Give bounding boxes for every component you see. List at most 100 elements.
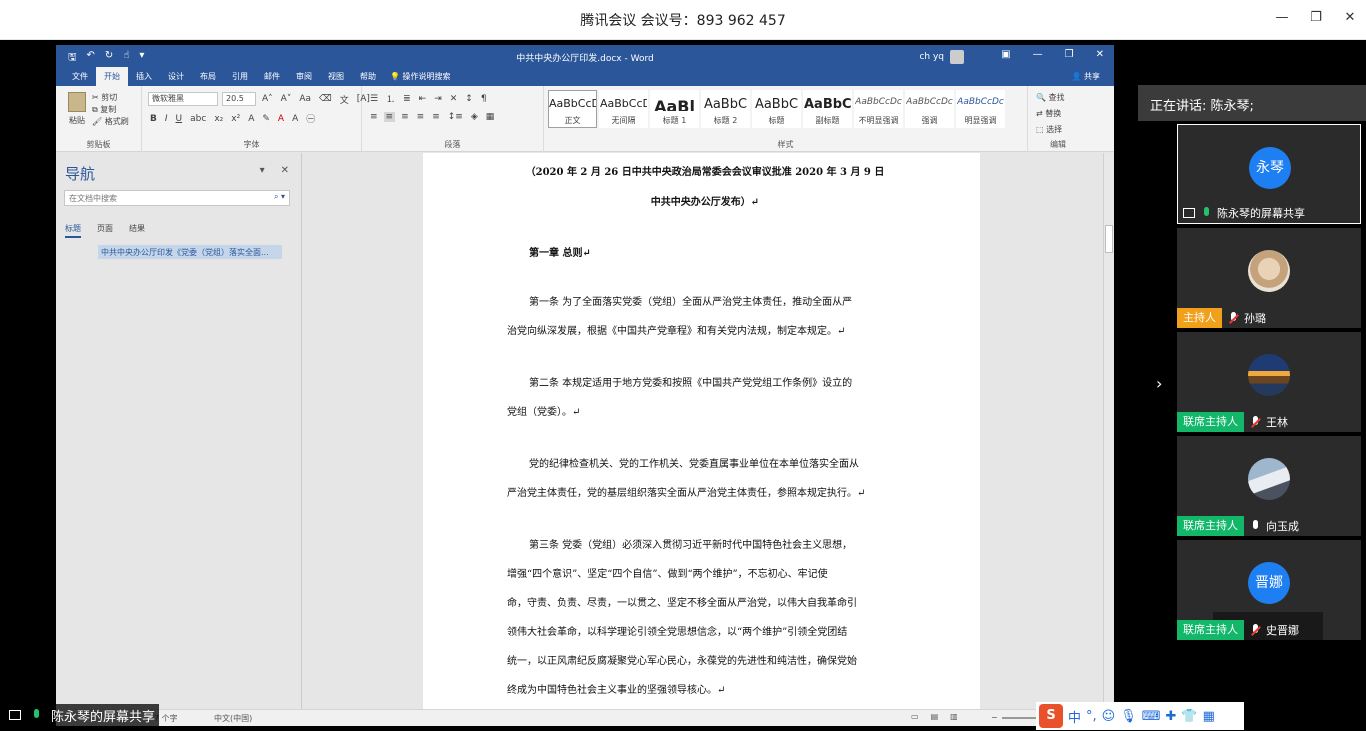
ribbon-options-icon[interactable]: ▣: [1001, 49, 1010, 60]
nav-options-icon[interactable]: ▾: [260, 165, 265, 176]
document-page[interactable]: （2020 年 2 月 26 日中共中央政治局常委会会议审议批准 2020 年 …: [423, 153, 980, 709]
line-spacing-icon[interactable]: ↕≡: [446, 112, 465, 122]
select-button[interactable]: ⬚ 选择: [1036, 122, 1065, 138]
keyboard-icon[interactable]: ⌨: [1142, 709, 1161, 724]
style-title[interactable]: AaBbC 标题: [752, 90, 801, 128]
underline-icon[interactable]: U: [174, 114, 185, 124]
distributed-icon[interactable]: ≡: [430, 112, 442, 122]
style-heading-2[interactable]: AaBbC 标题 2: [701, 90, 750, 128]
punctuation-icon[interactable]: °,: [1086, 709, 1097, 724]
style-subtitle[interactable]: AaBbC 副标题: [803, 90, 852, 128]
nav-heading-item[interactable]: 中共中央办公厅印发《党委（党组）落实全面...: [98, 245, 282, 259]
ime-mode[interactable]: 中: [1068, 707, 1081, 726]
vertical-scrollbar[interactable]: [1103, 153, 1114, 709]
tab-layout[interactable]: 布局: [192, 71, 224, 86]
voice-input-icon[interactable]: 🎙: [1120, 709, 1137, 724]
print-layout-icon[interactable]: ▤: [931, 712, 939, 721]
nav-tab-pages[interactable]: 页面: [97, 223, 113, 238]
user-account[interactable]: ch yq: [919, 50, 964, 64]
style-no-spacing[interactable]: AaBbCcDc 无间隔: [599, 90, 648, 128]
nav-tab-headings[interactable]: 标题: [65, 223, 81, 238]
bullets-icon[interactable]: ☰: [368, 94, 380, 104]
highlight-icon[interactable]: ✎: [260, 114, 272, 124]
tab-design[interactable]: 设计: [160, 71, 192, 86]
char-shading-icon[interactable]: A: [290, 114, 300, 124]
style-normal[interactable]: AaBbCcDc 正文: [548, 90, 597, 128]
decrease-indent-icon[interactable]: ⇤: [417, 94, 429, 104]
increase-indent-icon[interactable]: ⇥: [432, 94, 444, 104]
participant-tile[interactable]: 联席主持人 王林: [1177, 332, 1361, 432]
participant-tile[interactable]: 永琴 陈永琴的屏幕共享: [1177, 124, 1361, 224]
phonetic-icon[interactable]: 文: [338, 93, 351, 106]
restore-icon[interactable]: ❐: [1308, 10, 1324, 25]
close-icon[interactable]: ✕: [1342, 10, 1358, 25]
justify-icon[interactable]: ≡: [415, 112, 427, 122]
nav-tab-results[interactable]: 结果: [129, 223, 145, 238]
search-icon[interactable]: ⌕ ▾: [274, 192, 285, 202]
menu-grid-icon[interactable]: ▦: [1203, 709, 1215, 724]
minimize-icon[interactable]: —: [1274, 10, 1290, 25]
chinese-layout-icon[interactable]: ✕: [448, 94, 460, 104]
word-close-icon[interactable]: ✕: [1096, 49, 1104, 60]
web-layout-icon[interactable]: ▥: [950, 712, 958, 721]
format-painter-button[interactable]: 🖌 格式刷: [92, 116, 129, 128]
word-restore-icon[interactable]: ❐: [1065, 49, 1074, 60]
borders-icon[interactable]: ▦: [484, 112, 497, 122]
word-minimize-icon[interactable]: —: [1033, 49, 1043, 60]
numbering-icon[interactable]: ⒈: [384, 92, 397, 105]
italic-icon[interactable]: I: [163, 114, 170, 124]
read-mode-icon[interactable]: ▭: [911, 712, 919, 721]
strikethrough-icon[interactable]: abc: [188, 114, 208, 124]
zoom-out-icon[interactable]: −: [991, 713, 998, 722]
skin-icon[interactable]: 👕: [1181, 709, 1197, 724]
tell-me-search[interactable]: 💡 操作说明搜索: [390, 71, 451, 86]
find-button[interactable]: 🔍 查找: [1036, 90, 1065, 106]
participant-tile[interactable]: 主持人 孙璐: [1177, 228, 1361, 328]
show-marks-icon[interactable]: ¶: [479, 94, 489, 104]
tab-file[interactable]: 文件: [64, 71, 96, 86]
chevron-right-icon[interactable]: ›: [1156, 374, 1162, 393]
copy-button[interactable]: ⧉ 复制: [92, 104, 129, 116]
participant-tile[interactable]: 联席主持人 向玉成: [1177, 436, 1361, 536]
align-left-icon[interactable]: ≡: [368, 112, 380, 122]
tab-home[interactable]: 开始: [96, 67, 128, 86]
replace-button[interactable]: ⇄ 替换: [1036, 106, 1065, 122]
subscript-icon[interactable]: x₂: [212, 114, 225, 124]
style-heading-1[interactable]: AaBl 标题 1: [650, 90, 699, 128]
style-emphasis[interactable]: AaBbCcDc 强调: [905, 90, 954, 128]
bold-icon[interactable]: B: [148, 114, 159, 124]
language-indicator[interactable]: 中文(中国): [214, 713, 252, 724]
font-size-select[interactable]: 20.5: [222, 92, 256, 106]
tab-insert[interactable]: 插入: [128, 71, 160, 86]
shrink-font-icon[interactable]: A˅: [279, 94, 294, 104]
enclose-char-icon[interactable]: ㊀: [304, 112, 317, 125]
grow-font-icon[interactable]: A˄: [260, 94, 275, 104]
nav-close-icon[interactable]: ✕: [281, 165, 289, 176]
tab-view[interactable]: 视图: [320, 71, 352, 86]
change-case-icon[interactable]: Aa: [297, 94, 313, 104]
sogou-logo[interactable]: S: [1039, 704, 1063, 728]
font-color-icon[interactable]: A: [276, 114, 286, 124]
tab-review[interactable]: 审阅: [288, 71, 320, 86]
emoji-icon[interactable]: ☺: [1102, 709, 1116, 724]
style-subtle-emphasis[interactable]: AaBbCcDc 不明显强调: [854, 90, 903, 128]
toolbox-icon[interactable]: ✚: [1166, 709, 1177, 724]
align-right-icon[interactable]: ≡: [399, 112, 411, 122]
tab-references[interactable]: 引用: [224, 71, 256, 86]
multilevel-list-icon[interactable]: ≣: [401, 94, 413, 104]
nav-search-input[interactable]: 在文档中搜索 ⌕ ▾: [64, 190, 290, 206]
tab-help[interactable]: 帮助: [352, 71, 384, 86]
superscript-icon[interactable]: x²: [229, 114, 242, 124]
align-center-icon[interactable]: ≡: [383, 112, 396, 122]
clear-format-icon[interactable]: ⌫: [317, 94, 334, 104]
font-name-select[interactable]: 微软雅黑: [148, 92, 218, 106]
participant-tile[interactable]: 晋娜 联席主持人 史晋娜: [1177, 540, 1361, 640]
cut-button[interactable]: ✂ 剪切: [92, 92, 129, 104]
share-button[interactable]: 👤 共享: [1071, 71, 1100, 82]
scrollbar-thumb[interactable]: [1105, 225, 1113, 253]
tab-mailings[interactable]: 邮件: [256, 71, 288, 86]
style-intense-emphasis[interactable]: AaBbCcDc 明显强调: [956, 90, 1005, 128]
sort-icon[interactable]: ↕: [463, 94, 475, 104]
shading-icon[interactable]: ◈: [469, 112, 480, 122]
paste-button[interactable]: 粘贴: [66, 92, 88, 126]
